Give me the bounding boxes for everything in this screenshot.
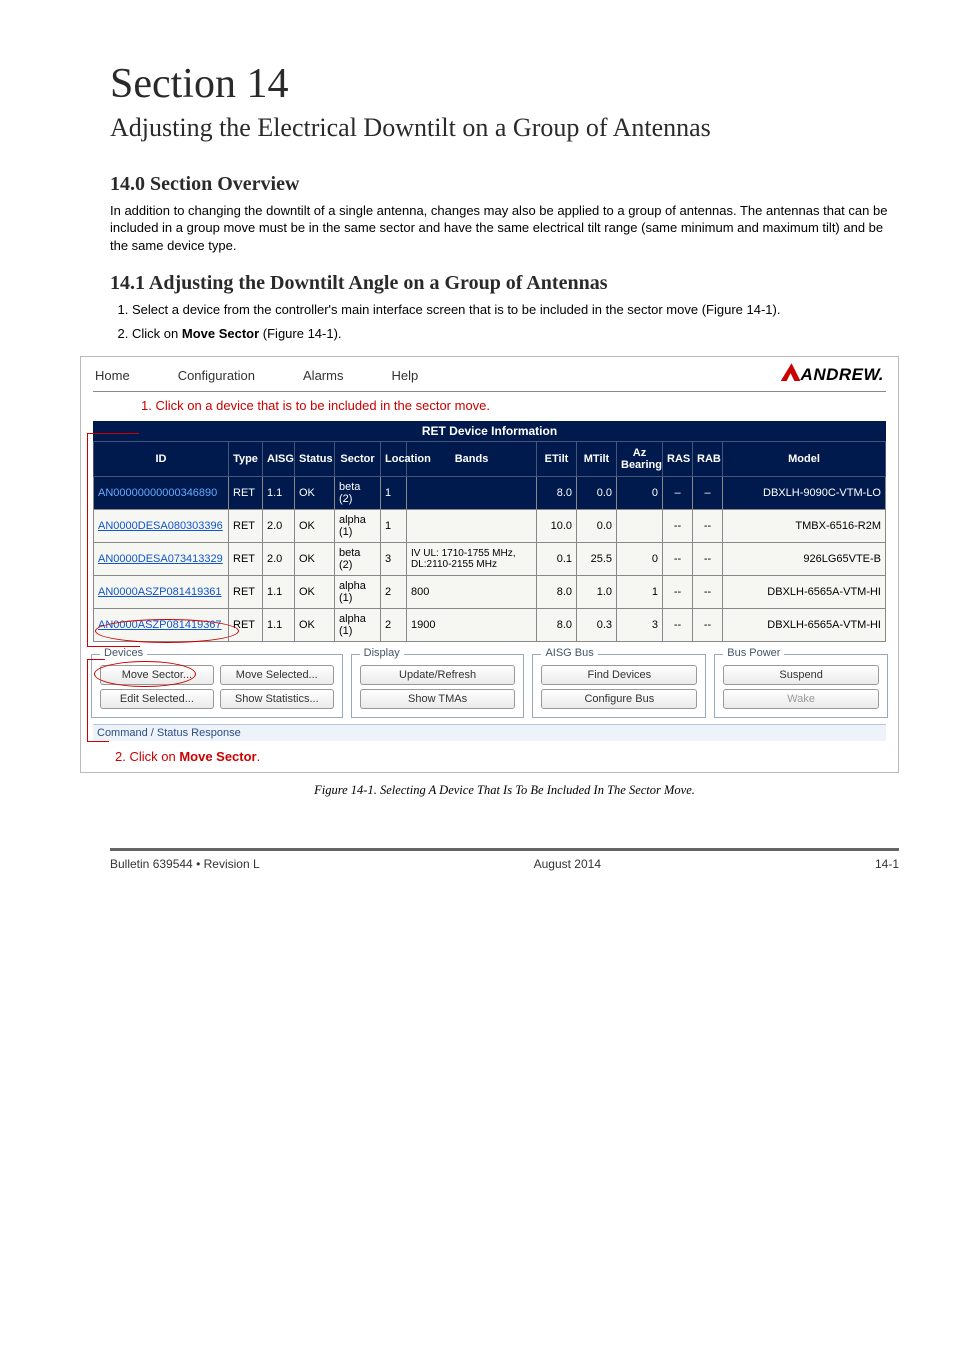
footer-center: August 2014: [534, 857, 601, 871]
col-mtilt[interactable]: MTilt: [577, 442, 617, 477]
app-menubar: Home Configuration Alarms Help ANDREW.: [81, 357, 898, 389]
section-heading: Adjusting the Electrical Downtilt on a G…: [110, 112, 899, 145]
col-ras[interactable]: RAS: [663, 442, 693, 477]
configure-bus-button[interactable]: Configure Bus: [541, 689, 697, 709]
suspend-button[interactable]: Suspend: [723, 665, 879, 685]
col-rab[interactable]: RAB: [693, 442, 723, 477]
section-number: Section 14: [110, 60, 899, 108]
col-etilt[interactable]: ETilt: [537, 442, 577, 477]
col-status[interactable]: Status: [295, 442, 335, 477]
status-response-label: Command / Status Response: [93, 724, 886, 741]
menu-help[interactable]: Help: [391, 368, 418, 383]
figure-14-1: Home Configuration Alarms Help ANDREW. 1…: [80, 356, 899, 773]
table-row[interactable]: AN00000000000346890 RET 1.1 OK beta (2) …: [94, 477, 886, 510]
edit-selected-button[interactable]: Edit Selected...: [100, 689, 214, 709]
menu-home[interactable]: Home: [95, 368, 130, 383]
device-table: ID Type AISG Status Sector Location Band…: [93, 441, 886, 642]
figure-caption: Figure 14-1. Selecting A Device That Is …: [110, 783, 899, 798]
bus-power-groupbox: Bus Power Suspend Wake: [714, 654, 888, 718]
footer-left: Bulletin 639544 • Revision L: [110, 857, 260, 871]
menu-configuration[interactable]: Configuration: [178, 368, 255, 383]
annotation-2: 2. Click on Move Sector.: [115, 749, 898, 764]
andrew-logo: ANDREW.: [781, 365, 884, 385]
col-type[interactable]: Type: [229, 442, 263, 477]
col-location[interactable]: Location: [381, 442, 407, 477]
table-row[interactable]: AN0000ASZP081419361 RET 1.1 OK alpha (1)…: [94, 576, 886, 609]
display-groupbox: Display Update/Refresh Show TMAs: [351, 654, 525, 718]
annotation-1: 1. Click on a device that is to be inclu…: [141, 398, 898, 413]
col-az[interactable]: Az Bearing: [617, 442, 663, 477]
col-model[interactable]: Model: [723, 442, 886, 477]
steps-list: Select a device from the controller's ma…: [110, 301, 899, 342]
update-refresh-button[interactable]: Update/Refresh: [360, 665, 516, 685]
move-selected-button[interactable]: Move Selected...: [220, 665, 334, 685]
show-statistics-button[interactable]: Show Statistics...: [220, 689, 334, 709]
aisg-bus-groupbox: AISG Bus Find Devices Configure Bus: [532, 654, 706, 718]
devices-groupbox: Devices Move Sector... Edit Selected... …: [91, 654, 343, 718]
footer-right: 14-1: [875, 857, 899, 871]
overview-heading: 14.0 Section Overview: [110, 173, 899, 196]
find-devices-button[interactable]: Find Devices: [541, 665, 697, 685]
menu-alarms[interactable]: Alarms: [303, 368, 343, 383]
table-body: AN00000000000346890 RET 1.1 OK beta (2) …: [94, 477, 886, 642]
show-tmas-button[interactable]: Show TMAs: [360, 689, 516, 709]
table-title: RET Device Information: [93, 421, 886, 441]
col-aisg[interactable]: AISG: [263, 442, 295, 477]
step-2: Click on Move Sector (Figure 14-1).: [132, 325, 899, 343]
page-footer: Bulletin 639544 • Revision L August 2014…: [0, 848, 954, 901]
table-row[interactable]: AN0000DESA073413329 RET 2.0 OK beta (2) …: [94, 543, 886, 576]
col-sector[interactable]: Sector: [335, 442, 381, 477]
step-1: Select a device from the controller's ma…: [132, 301, 899, 319]
overview-body: In addition to changing the downtilt of …: [110, 202, 899, 255]
wake-button[interactable]: Wake: [723, 689, 879, 709]
menu-divider: [93, 391, 886, 392]
table-row[interactable]: AN0000DESA080303396 RET 2.0 OK alpha (1)…: [94, 510, 886, 543]
adjust-heading: 14.1 Adjusting the Downtilt Angle on a G…: [110, 272, 899, 295]
